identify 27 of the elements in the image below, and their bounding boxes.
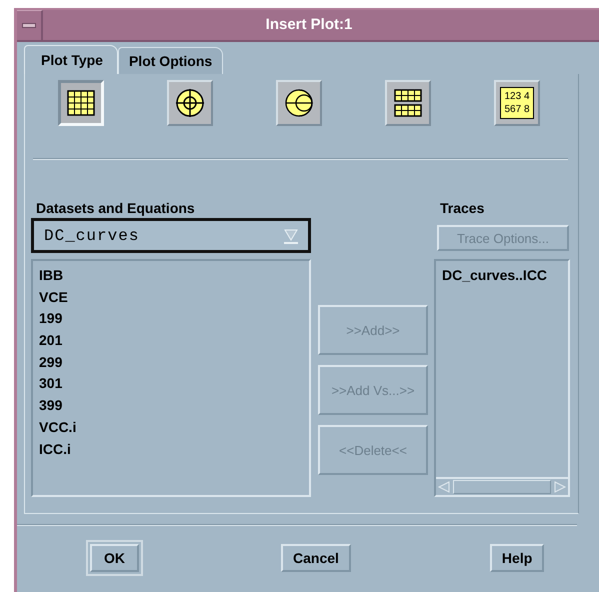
dropdown-arrow-icon — [282, 228, 300, 244]
list-item[interactable]: ICC.i — [39, 438, 303, 460]
tab[interactable]: Plot Options — [118, 47, 224, 74]
list-item[interactable]: 299 — [39, 350, 303, 372]
window-title: Insert Plot:1 — [264, 15, 354, 35]
scroll-thumb[interactable] — [453, 480, 551, 494]
plot-type-button[interactable]: 123 4 567 8 — [494, 80, 540, 126]
polar-chart-icon — [173, 86, 207, 120]
list-item[interactable]: DC_curves..ICC — [442, 264, 562, 286]
list-item[interactable]: 201 — [39, 329, 303, 351]
section-label: Datasets and Equations — [35, 200, 196, 218]
dialog-button[interactable]: Help — [490, 544, 544, 572]
list-item[interactable]: 399 — [39, 394, 303, 416]
section-label: Traces — [439, 200, 486, 218]
window-menu-button[interactable] — [17, 10, 43, 40]
icon-text: 123 4 — [503, 90, 531, 103]
horizontal-scrollbar[interactable] — [436, 477, 568, 495]
list-item[interactable]: VCE — [39, 286, 303, 308]
list-item[interactable]: VCC.i — [39, 416, 303, 438]
list-item[interactable]: 301 — [39, 372, 303, 394]
list-item[interactable]: IBB — [39, 264, 303, 286]
plot-type-button[interactable] — [58, 80, 104, 126]
list-item[interactable]: 199 — [39, 307, 303, 330]
tab[interactable]: Plot Type — [24, 45, 118, 74]
dialog-button[interactable]: Cancel — [281, 544, 351, 572]
dataset-dropdown[interactable]: DC_curves — [31, 218, 311, 253]
icon-text: 567 8 — [503, 103, 531, 116]
